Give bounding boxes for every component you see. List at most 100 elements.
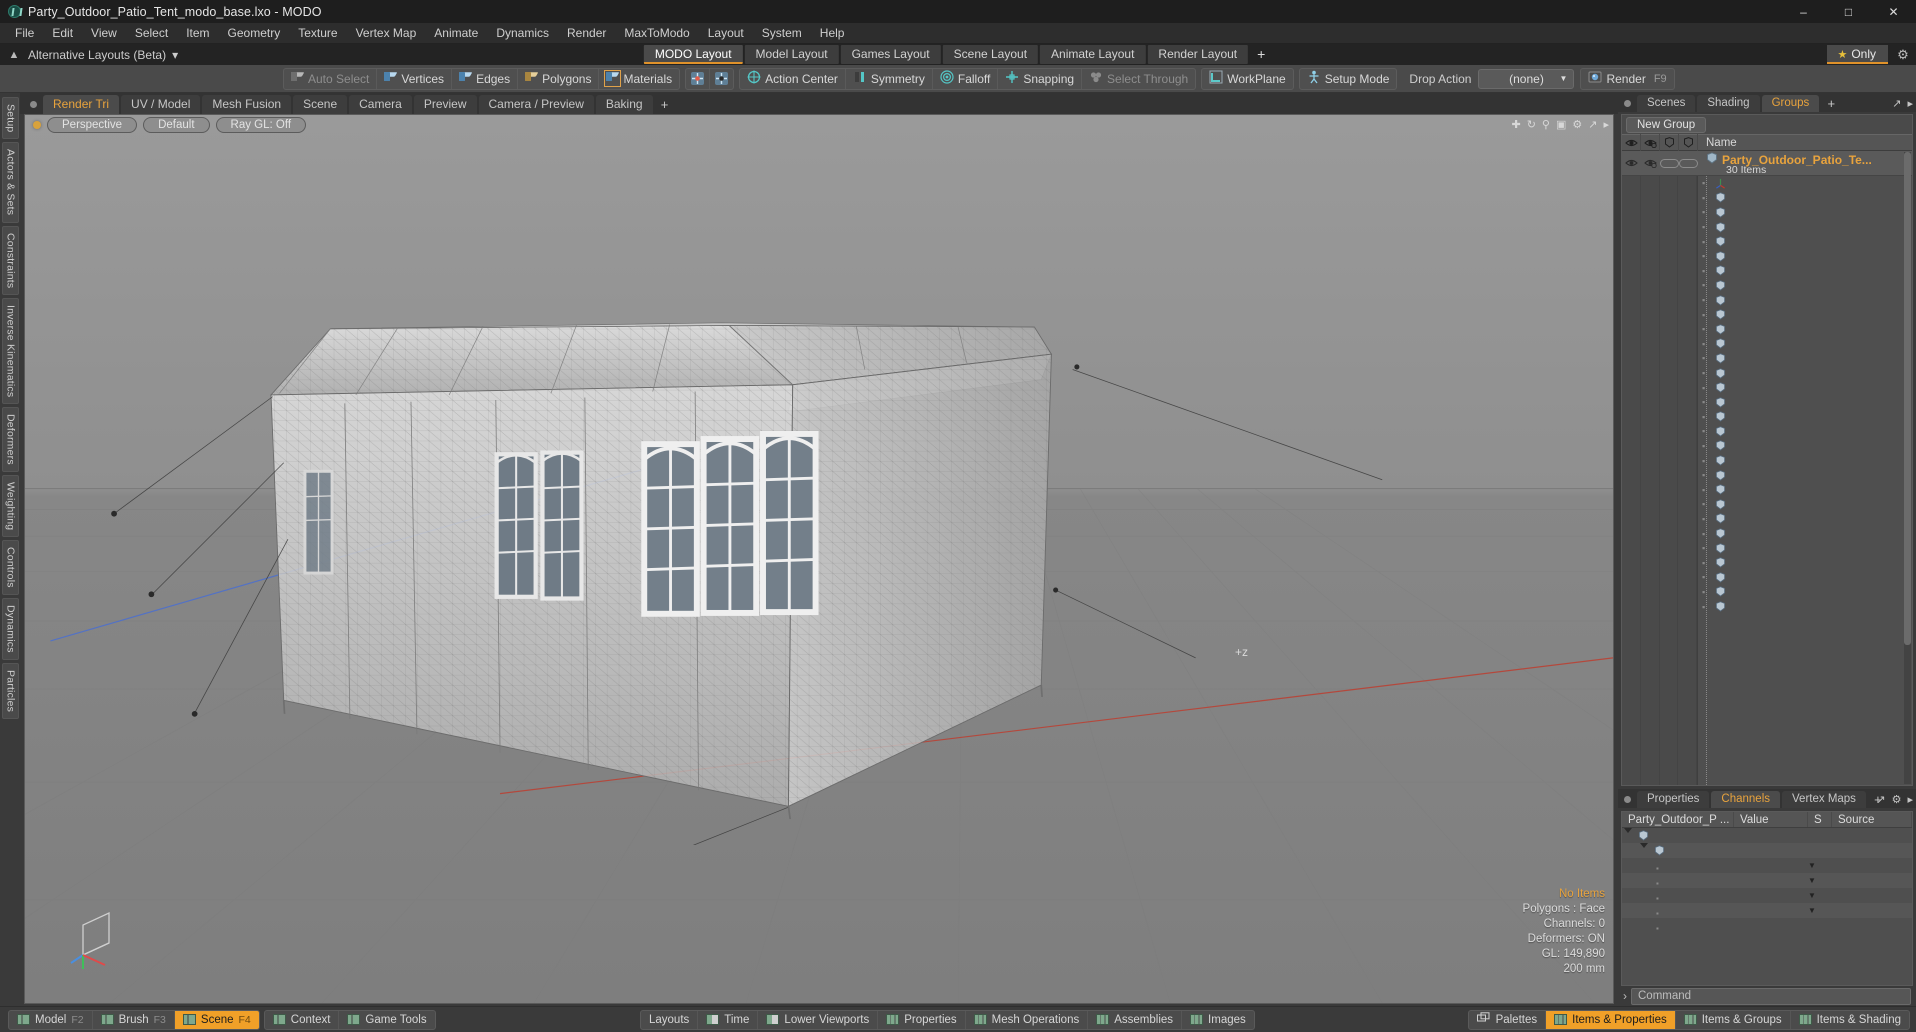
falloff-button[interactable]: Falloff <box>933 68 999 89</box>
group-eye-icon[interactable] <box>1622 158 1641 168</box>
fit-icon[interactable]: ▣ <box>1556 118 1566 131</box>
channel-row[interactable]: ▪ ▼ <box>1622 888 1912 903</box>
menu-animate[interactable]: Animate <box>425 23 487 44</box>
axis-gizmo[interactable] <box>65 903 135 973</box>
viewport-tab-mesh-fusion[interactable]: Mesh Fusion <box>202 95 292 114</box>
viewport-tab-baking[interactable]: Baking <box>595 95 653 114</box>
symmetry-button[interactable]: Symmetry <box>846 68 933 89</box>
group-list-item[interactable]: ▪ <box>1622 424 1912 439</box>
group-list-item[interactable]: ▪ <box>1622 307 1912 322</box>
rail-tab-actors-sets[interactable]: Actors & Sets <box>1 142 19 223</box>
group-list-item[interactable]: ▪ <box>1622 234 1912 249</box>
group-list-item[interactable]: ▪ <box>1622 526 1912 541</box>
rail-tab-particles[interactable]: Particles <box>1 662 19 719</box>
lock-icon[interactable] <box>1660 134 1679 151</box>
group-list-scrollbar[interactable] <box>1904 152 1911 784</box>
group-list-item[interactable]: ▪ <box>1622 264 1912 279</box>
layout-tab-render-layout[interactable]: Render Layout <box>1147 45 1249 64</box>
group-list-item[interactable]: ▪ <box>1622 205 1912 220</box>
status-button-items-shading[interactable]: Items & Shading <box>1791 1011 1909 1029</box>
group-list-item[interactable]: ▪ <box>1622 410 1912 425</box>
menu-help[interactable]: Help <box>811 23 854 44</box>
right-tab-scenes[interactable]: Scenes <box>1637 95 1696 112</box>
viewport-tab-uv-model[interactable]: UV / Model <box>121 95 201 114</box>
rotate-icon[interactable]: ↻ <box>1527 118 1536 131</box>
viewport-tab-preview[interactable]: Preview <box>413 95 477 114</box>
select-mode-vertices-button[interactable]: Vertices <box>377 68 453 89</box>
menu-maxtomodo[interactable]: MaxToModo <box>615 23 698 44</box>
status-button-images[interactable]: Images <box>1182 1011 1254 1029</box>
channel-row[interactable] <box>1622 828 1912 848</box>
channels-menu-dot[interactable] <box>1624 796 1631 803</box>
layout-tab-games-layout[interactable]: Games Layout <box>840 45 941 64</box>
rail-tab-deformers[interactable]: Deformers <box>1 407 19 473</box>
menu-view[interactable]: View <box>82 23 126 44</box>
channel-row[interactable]: ▪ <box>1622 918 1912 933</box>
layout-tab-animate-layout[interactable]: Animate Layout <box>1040 45 1146 64</box>
rail-tab-setup[interactable]: Setup <box>1 97 19 140</box>
chevron-down-icon[interactable]: ▼ <box>1808 891 1816 900</box>
menu-icon[interactable]: ▸ <box>1907 793 1913 806</box>
menu-item[interactable]: Item <box>177 23 218 44</box>
setup-mode-button[interactable]: Setup Mode <box>1300 69 1397 89</box>
alternative-layouts-menu[interactable]: ▲ Alternative Layouts (Beta) ▾ <box>0 48 179 62</box>
channels-tab-properties[interactable]: Properties <box>1637 791 1710 808</box>
group-list-item[interactable]: ▪ <box>1622 322 1912 337</box>
group-list-item[interactable]: ▪ <box>1622 497 1912 512</box>
menu-texture[interactable]: Texture <box>289 23 346 44</box>
drop-action-select[interactable]: (none) ▼ <box>1478 68 1575 89</box>
channel-row[interactable]: ▪ ▼ <box>1622 873 1912 888</box>
axis-icon-a[interactable] <box>686 68 711 89</box>
group-list-item[interactable]: ▪ <box>1622 395 1912 410</box>
group-row[interactable]: Party_Outdoor_Patio_Te... 30 Items <box>1622 151 1912 176</box>
group-list-item[interactable]: ▪ <box>1622 482 1912 497</box>
group-select-toggle[interactable] <box>1679 158 1698 168</box>
group-list-body[interactable]: Party_Outdoor_Patio_Te... 30 Items ▪ ▪ ▪ ▪ ▪… <box>1622 151 1912 785</box>
command-input[interactable]: Command <box>1631 987 1911 1005</box>
action-center-button[interactable]: Action Center <box>740 68 846 89</box>
collapse-icon[interactable]: ▲ <box>6 49 22 61</box>
layout-tab-model-layout[interactable]: Model Layout <box>744 45 839 64</box>
select-through-button[interactable]: Select Through <box>1082 69 1195 89</box>
workplane-button[interactable]: WorkPlane <box>1202 69 1292 89</box>
menu-layout[interactable]: Layout <box>699 23 753 44</box>
group-list-item[interactable]: ▪ <box>1622 453 1912 468</box>
status-button-assemblies[interactable]: Assemblies <box>1088 1010 1183 1029</box>
chevron-down-icon[interactable]: ▼ <box>1808 906 1816 915</box>
status-button-palettes[interactable]: Palettes <box>1469 1010 1547 1029</box>
group-list-item[interactable]: ▪ <box>1622 570 1912 585</box>
channel-row[interactable]: ▪ ▼ <box>1622 858 1912 873</box>
chevron-down-icon[interactable]: ▾ <box>172 48 178 62</box>
rail-tab-constraints[interactable]: Constraints <box>1 225 19 295</box>
channels-tab-vertex-maps[interactable]: Vertex Maps <box>1782 791 1866 808</box>
group-list-item[interactable]: ▪ <box>1622 555 1912 570</box>
settings-icon[interactable]: ⚙ <box>1572 118 1582 131</box>
group-list-item[interactable]: ▪ <box>1622 220 1912 235</box>
viewport-tab-scene[interactable]: Scene <box>293 95 348 114</box>
menu-dynamics[interactable]: Dynamics <box>487 23 558 44</box>
group-list-item[interactable]: ▪ <box>1622 293 1912 308</box>
chevron-down-icon[interactable]: ▼ <box>1808 861 1816 870</box>
status-button-model[interactable]: Model F2 <box>9 1010 93 1029</box>
eye-icon[interactable] <box>1622 134 1641 151</box>
group-list-item[interactable]: ▪ <box>1622 351 1912 366</box>
viewport-tab-camera-preview[interactable]: Camera / Preview <box>478 95 594 114</box>
menu-geometry[interactable]: Geometry <box>219 23 290 44</box>
status-button-scene[interactable]: Scene F4 <box>174 1010 259 1029</box>
right-panel-menu-dot[interactable] <box>1624 100 1631 107</box>
close-button[interactable]: ✕ <box>1871 0 1916 23</box>
select-mode-auto-select-button[interactable]: Auto Select <box>284 68 378 89</box>
group-list-item[interactable]: ▪ <box>1622 380 1912 395</box>
status-button-time[interactable]: Time <box>698 1010 759 1029</box>
selectable-icon[interactable] <box>1679 134 1698 151</box>
expand-icon[interactable]: ↗ <box>1876 793 1885 806</box>
move-icon[interactable]: ✚ <box>1511 118 1520 131</box>
expand-icon[interactable]: ↗ <box>1892 97 1901 110</box>
status-button-game-tools[interactable]: Game Tools <box>339 1011 434 1029</box>
command-arrow-icon[interactable]: › <box>1623 989 1627 1003</box>
menu-select[interactable]: Select <box>126 23 177 44</box>
right-tab-groups[interactable]: Groups <box>1761 95 1820 112</box>
maximize-button[interactable]: □ <box>1826 0 1871 23</box>
menu-icon[interactable]: ▸ <box>1907 97 1913 110</box>
add-layout-tab-button[interactable]: + <box>1250 45 1272 64</box>
